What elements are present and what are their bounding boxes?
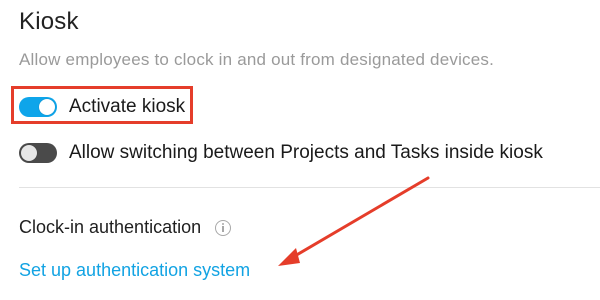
section-title: Kiosk bbox=[19, 8, 79, 35]
section-divider bbox=[19, 187, 600, 188]
kiosk-settings-panel: Kiosk Allow employees to clock in and ou… bbox=[0, 0, 600, 300]
section-subtitle: Allow employees to clock in and out from… bbox=[19, 50, 495, 69]
setup-authentication-link[interactable]: Set up authentication system bbox=[19, 260, 250, 281]
allow-switching-row: Allow switching between Projects and Tas… bbox=[19, 138, 543, 168]
clock-in-authentication-label: Clock-in authentication bbox=[19, 217, 202, 237]
allow-switching-label: Allow switching between Projects and Tas… bbox=[69, 142, 543, 163]
info-icon[interactable] bbox=[215, 219, 232, 236]
toggle-knob bbox=[21, 145, 37, 161]
highlight-annotation-box bbox=[11, 86, 193, 124]
allow-switching-toggle[interactable] bbox=[19, 143, 57, 163]
clock-in-authentication-row: Clock-in authentication bbox=[19, 217, 232, 238]
